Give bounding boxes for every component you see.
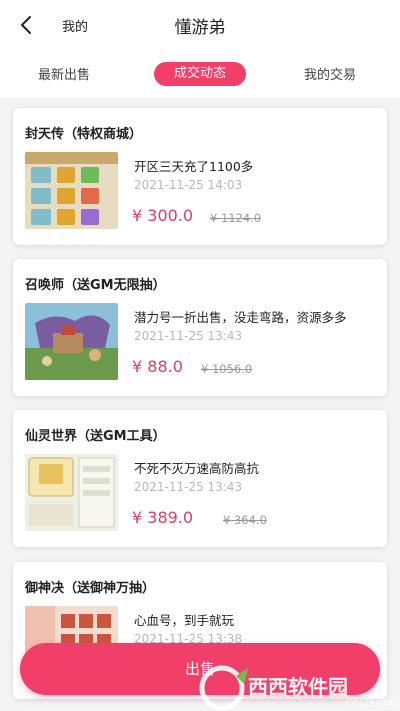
page-title: 懂游弟: [174, 18, 226, 38]
tab-bar: 最新出售 成交动态 我的交易: [0, 50, 400, 98]
listing-description: 心血号，到手就玩: [134, 613, 235, 628]
deal-card[interactable]: 召唤师（送GM无限抽） 潜力号一折出售，没走弯路，资源多多 2021-11-25…: [13, 259, 387, 396]
game-title: 仙灵世界（送GM工具）: [25, 429, 166, 444]
original-price: ¥ 1056.0: [201, 362, 253, 376]
game-screenshot: [25, 152, 118, 229]
tab-my-trades[interactable]: 我的交易: [304, 64, 356, 83]
sale-price: ¥ 88.0: [132, 357, 183, 376]
game-screenshot: [25, 454, 118, 531]
original-price: ¥ 1124.0: [210, 211, 262, 225]
watermark-logo: 西西软件园 CR173.COM: [196, 662, 400, 711]
original-price: ¥ 364.0: [223, 513, 267, 527]
deal-card[interactable]: 封天传（特权商城） 开区三天充了1100多 2021-11-25 14:03 ¥…: [13, 108, 387, 245]
deal-date: 2021-11-25 14:03: [134, 178, 243, 192]
game-screenshot: [25, 303, 118, 380]
deal-date: 2021-11-25 13:43: [134, 329, 243, 343]
listing-description: 潜力号一折出售，没走弯路，资源多多: [134, 310, 347, 325]
game-title: 封天传（特权商城）: [25, 127, 143, 142]
listing-description: 开区三天充了1100多: [134, 159, 254, 174]
tab-latest-sale[interactable]: 最新出售: [38, 64, 90, 83]
game-title: 召唤师（送GM无限抽）: [25, 278, 166, 293]
top-bar: 我的 懂游弟: [0, 0, 400, 50]
sale-price: ¥ 300.0: [132, 206, 194, 225]
deal-card[interactable]: 仙灵世界（送GM工具） 不死不灭万速高防高抗 2021-11-25 13:43 …: [13, 410, 387, 547]
svg-text:西西软件园: 西西软件园: [248, 675, 348, 699]
listing-description: 不死不灭万速高防高抗: [134, 461, 260, 476]
tab-deal-updates[interactable]: 成交动态: [154, 62, 246, 86]
svg-text:CR173.COM: CR173.COM: [346, 698, 398, 708]
deal-date: 2021-11-25 13:43: [134, 480, 243, 494]
sale-price: ¥ 389.0: [132, 508, 194, 527]
game-title: 御神决（送御神万抽）: [25, 581, 156, 596]
